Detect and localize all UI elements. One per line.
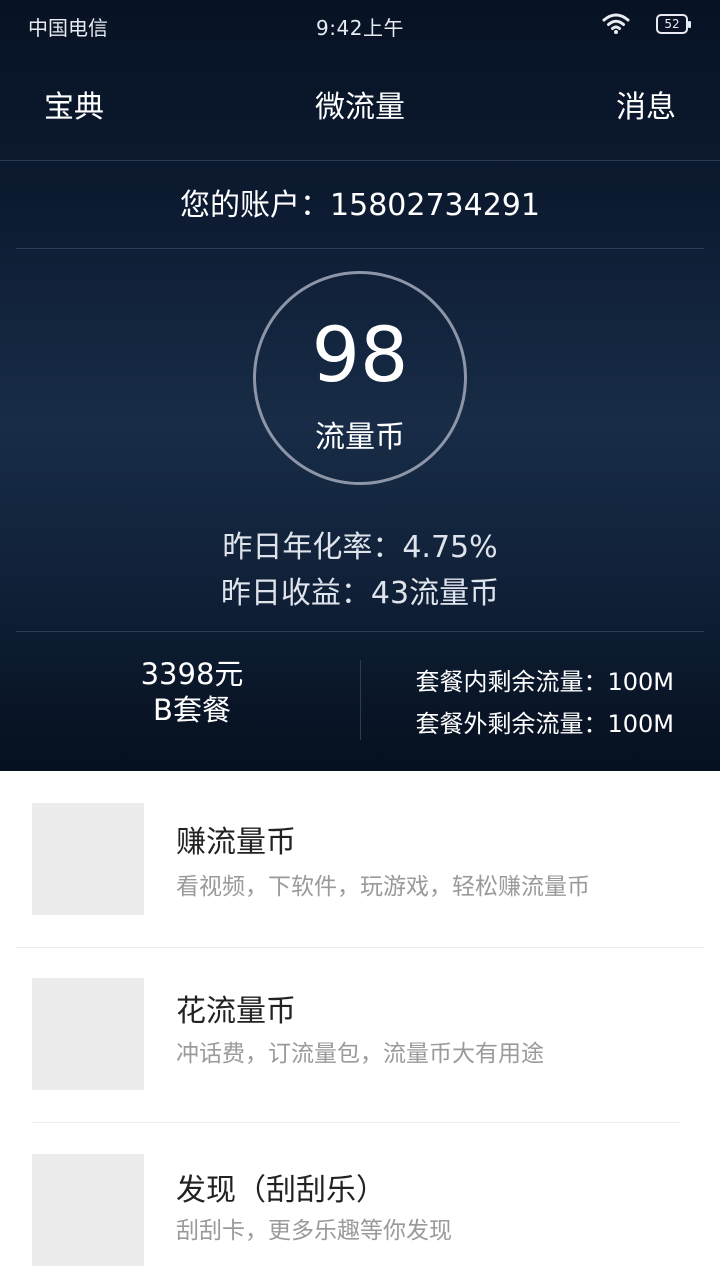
battery-icon: 52 — [656, 14, 691, 34]
wifi-icon — [602, 13, 630, 34]
nav-messages-button[interactable]: 消息 — [616, 82, 676, 126]
list-item-title: 赚流量币 — [176, 825, 296, 860]
spend-coins-thumbnail — [32, 978, 144, 1090]
plan-name: B套餐 — [153, 693, 231, 727]
yesterday-rate: 昨日年化率：4.75% — [222, 530, 498, 565]
remaining-out-plan: 套餐外剩余流量：100M — [415, 710, 674, 738]
nav-bar: 宝典 微流量 消息 — [0, 60, 720, 150]
stats-divider — [16, 631, 704, 632]
list-item-title: 花流量币 — [176, 994, 296, 1029]
earn-coins-thumbnail — [32, 803, 144, 915]
list-item-desc: 刮刮卡，更多乐趣等你发现 — [176, 1218, 452, 1244]
plan-divider — [360, 660, 361, 740]
list-item-title: 发现（刮刮乐） — [176, 1173, 386, 1208]
page-title: 微流量 — [315, 90, 405, 125]
remaining-in-plan: 套餐内剩余流量：100M — [415, 668, 674, 696]
hero-panel: 中国电信 9:42上午 52 宝典 微流量 消息 您的账户：1580273429… — [0, 0, 720, 771]
list-item-desc: 冲话费，订流量包，流量币大有用途 — [176, 1041, 544, 1067]
plan-summary[interactable]: 3398元 B套餐 — [62, 656, 322, 728]
feature-list: 赚流量币 看视频，下软件，玩游戏，轻松赚流量币 花流量币 冲话费，订流量包，流量… — [0, 771, 720, 1280]
status-bar: 中国电信 9:42上午 52 — [0, 0, 720, 50]
list-item-discover-scratch[interactable]: 发现（刮刮乐） 刮刮卡，更多乐趣等你发现 — [0, 1123, 720, 1280]
coin-balance-value: 98 — [311, 310, 409, 399]
nav-divider — [0, 160, 720, 161]
list-item-earn-coins[interactable]: 赚流量币 看视频，下软件，玩游戏，轻松赚流量币 — [0, 771, 720, 947]
list-item-spend-coins[interactable]: 花流量币 冲话费，订流量包，流量币大有用途 — [0, 948, 720, 1122]
coin-balance-circle[interactable]: 98 流量币 — [253, 271, 467, 485]
list-item-desc: 看视频，下软件，玩游戏，轻松赚流量币 — [176, 874, 590, 900]
coin-balance-unit: 流量币 — [315, 420, 405, 455]
yesterday-income: 昨日收益：43流量币 — [220, 576, 500, 611]
account-info: 您的账户：15802734291 — [180, 188, 540, 223]
battery-level: 52 — [664, 17, 680, 31]
plan-price: 3398元 — [140, 657, 244, 691]
account-divider — [16, 248, 704, 249]
discover-thumbnail — [32, 1154, 144, 1266]
